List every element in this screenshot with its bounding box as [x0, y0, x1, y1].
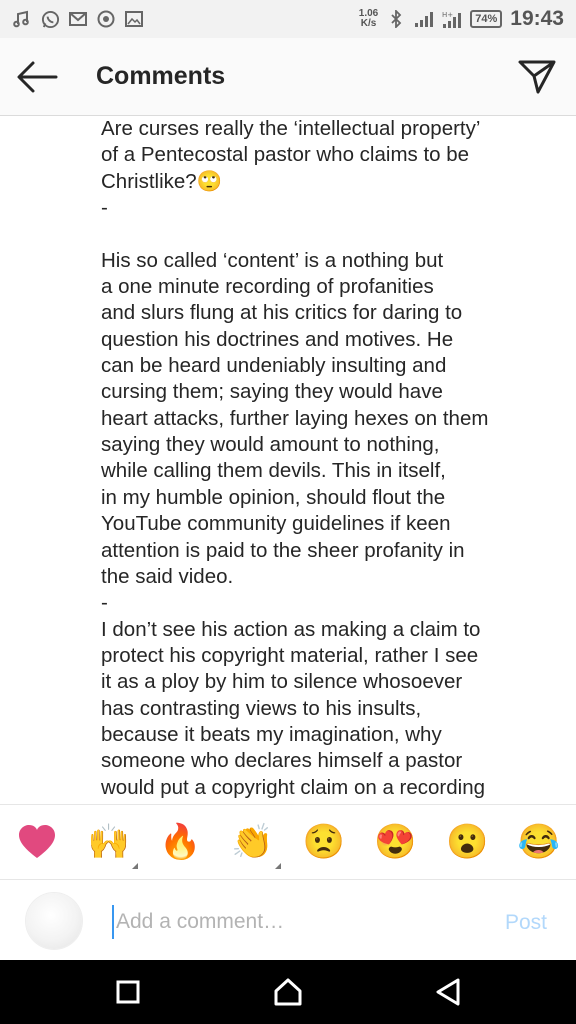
- comment-list[interactable]: Are curses really the ‘intellectual prop…: [0, 116, 576, 804]
- raising-hands-emoji-button[interactable]: 🙌: [86, 819, 138, 869]
- back-button[interactable]: [14, 58, 60, 96]
- surprised-face-emoji-button[interactable]: 😮: [444, 819, 490, 865]
- speed-unit: K/s: [360, 18, 377, 29]
- clapping-hands-emoji-button[interactable]: 👏: [229, 819, 282, 869]
- whatsapp-icon: [40, 9, 60, 29]
- clock: 19:43: [510, 7, 564, 30]
- chrome-icon: [96, 9, 116, 29]
- status-right: 1.06 K/s H+ 74% 19:43: [359, 7, 564, 31]
- direct-send-icon: [518, 60, 556, 94]
- square-icon: [116, 980, 140, 1004]
- battery-icon: 74%: [470, 10, 503, 28]
- nav-back-button[interactable]: [430, 974, 466, 1010]
- post-button[interactable]: Post: [505, 911, 547, 935]
- comment-composer: Post: [0, 881, 576, 960]
- worried-face-emoji-button[interactable]: 😟: [301, 819, 347, 865]
- bluetooth-icon: [386, 9, 406, 29]
- triangle-back-icon: [436, 978, 460, 1006]
- share-direct-button[interactable]: [514, 54, 560, 100]
- heart-emoji-button[interactable]: [14, 819, 60, 865]
- home-button[interactable]: [270, 974, 306, 1010]
- comment-input[interactable]: [112, 905, 486, 939]
- avatar: [26, 893, 82, 949]
- status-left-icons: [12, 9, 144, 29]
- home-icon: [274, 978, 302, 1006]
- status-bar: 1.06 K/s H+ 74% 19:43: [0, 0, 576, 38]
- recents-button[interactable]: [110, 974, 146, 1010]
- laughing-face-emoji-button[interactable]: 😂: [516, 819, 562, 865]
- signal-h-icon: H+: [442, 9, 462, 29]
- emoji-quick-bar: 🙌 🔥 👏 😟 😍 😮 😂: [0, 804, 576, 880]
- back-arrow-icon: [17, 61, 58, 93]
- header-bar: Comments: [0, 38, 576, 116]
- network-speed: 1.06 K/s: [359, 9, 378, 29]
- image-icon: [124, 9, 144, 29]
- signal-icon: [414, 9, 434, 29]
- svg-text:H+: H+: [442, 11, 453, 19]
- heart-eyes-emoji-button[interactable]: 😍: [373, 819, 419, 865]
- system-nav-bar: [0, 960, 576, 1024]
- fire-emoji-button[interactable]: 🔥: [157, 819, 203, 865]
- gmail-icon: [68, 9, 88, 29]
- heart-icon: [19, 825, 55, 858]
- page-title: Comments: [96, 62, 226, 90]
- comment-body: Are curses really the ‘intellectual prop…: [101, 117, 489, 799]
- music-icon: [12, 9, 32, 29]
